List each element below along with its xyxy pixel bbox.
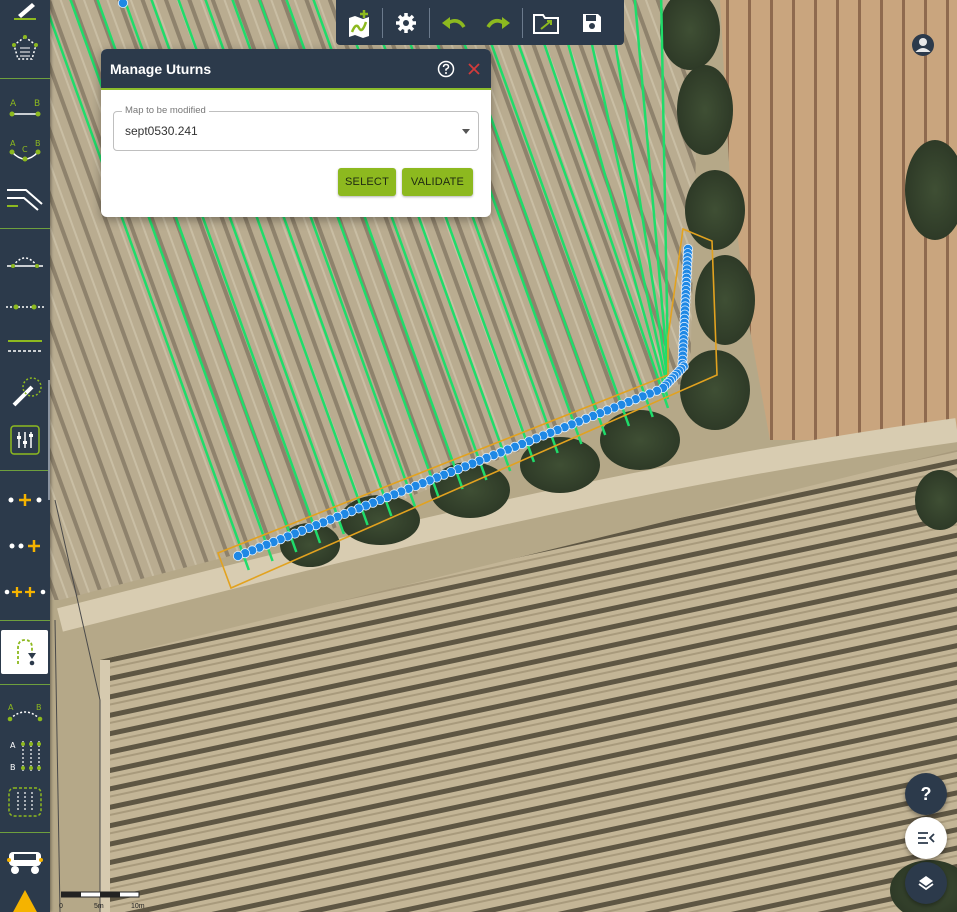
vehicle-icon[interactable]: [0, 844, 50, 880]
chevron-down-icon[interactable]: [462, 129, 470, 134]
dialog-title: Manage Uturns: [110, 60, 212, 77]
map-field-label: Map to be modified: [122, 105, 209, 116]
add-map-icon[interactable]: [336, 0, 382, 45]
help-button[interactable]: ?: [905, 773, 947, 815]
map-field-value: sept0530.241: [125, 124, 198, 138]
dialog-header: Manage Uturns: [101, 49, 491, 90]
grid-select-icon[interactable]: [0, 782, 50, 822]
toolbar-scrollbar[interactable]: [48, 380, 50, 500]
svg-text:B: B: [35, 139, 41, 148]
scale-label-5m: 5m: [94, 903, 104, 910]
scale-label-10m: 10m: [131, 903, 145, 910]
save-icon[interactable]: [569, 0, 615, 45]
point-line-icon[interactable]: [0, 294, 50, 320]
add-point-end-icon[interactable]: [0, 532, 50, 560]
scale-label-0: 0: [59, 903, 63, 910]
open-folder-icon[interactable]: [523, 0, 569, 45]
ab-curve-dashed-icon[interactable]: AB: [0, 696, 50, 730]
path-point[interactable]: [118, 0, 128, 8]
settings-icon[interactable]: [383, 0, 429, 45]
polygon-select-icon[interactable]: [0, 28, 50, 68]
offset-path-icon[interactable]: [0, 178, 50, 218]
collapse-menu-button[interactable]: [905, 817, 947, 859]
magic-wand-icon[interactable]: [0, 374, 50, 414]
left-toolbar: AB ACB AB AB: [0, 0, 50, 912]
svg-text:B: B: [34, 99, 40, 109]
validate-button[interactable]: VALIDATE: [402, 168, 473, 196]
svg-text:B: B: [36, 703, 42, 712]
add-multiple-points-icon[interactable]: [0, 578, 50, 606]
abc-curve-icon[interactable]: ACB: [0, 134, 50, 170]
path-point[interactable]: [232, 551, 243, 562]
account-icon[interactable]: [911, 33, 935, 57]
manage-uturns-dialog: Manage Uturns Map to be modified sept053…: [101, 49, 491, 217]
map-select-field[interactable]: Map to be modified sept0530.241: [113, 105, 479, 151]
layers-icon: [918, 876, 934, 891]
warning-icon[interactable]: [0, 886, 50, 912]
svg-text:A: A: [10, 741, 16, 750]
uturn-icon[interactable]: [1, 630, 48, 674]
add-point-middle-icon[interactable]: [0, 486, 50, 514]
svg-text:C: C: [22, 145, 28, 154]
ab-line-icon[interactable]: AB: [0, 90, 50, 126]
redo-icon[interactable]: [476, 0, 522, 45]
sliders-icon[interactable]: [0, 420, 50, 460]
svg-text:B: B: [10, 763, 16, 772]
close-icon[interactable]: [467, 62, 481, 76]
select-button[interactable]: SELECT: [338, 168, 396, 196]
draw-line-icon[interactable]: [0, 0, 50, 22]
layers-button[interactable]: [905, 862, 947, 904]
help-button-label: ?: [920, 783, 932, 804]
svg-text:A: A: [10, 139, 16, 148]
menu-collapse-icon: [918, 832, 935, 844]
arc-line-icon[interactable]: [0, 246, 50, 276]
svg-text:A: A: [8, 703, 14, 712]
ab-grid-icon[interactable]: AB: [0, 736, 50, 776]
parallel-lines-icon[interactable]: [0, 334, 50, 358]
top-toolbar: [336, 0, 624, 45]
scale-bar: 0 5m 10m: [59, 890, 145, 912]
undo-icon[interactable]: [430, 0, 476, 45]
svg-text:A: A: [10, 99, 17, 109]
help-circle-icon[interactable]: [437, 60, 455, 78]
